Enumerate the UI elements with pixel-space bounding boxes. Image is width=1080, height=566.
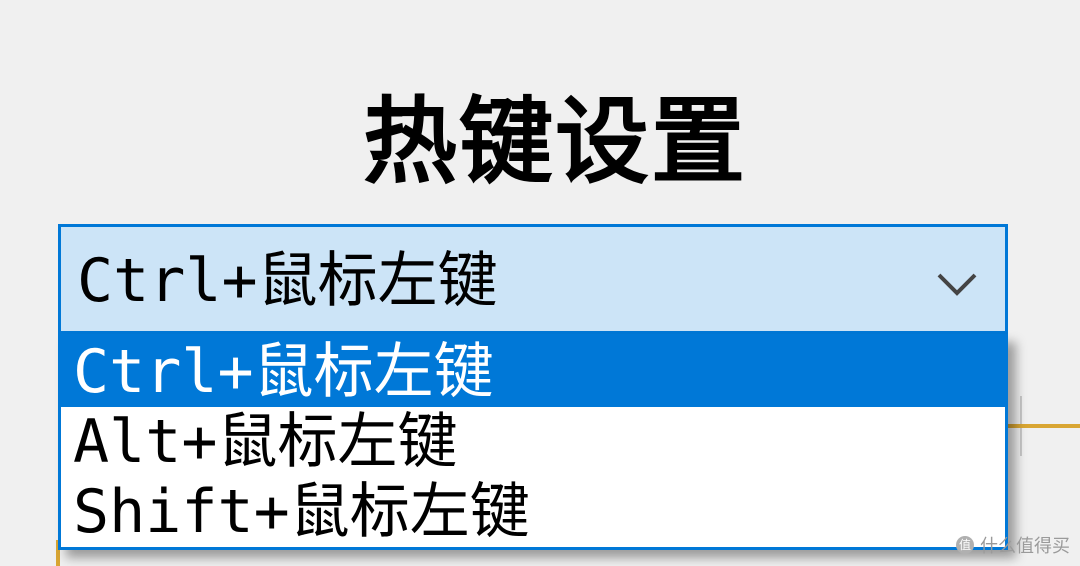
hotkey-select-value: Ctrl+鼠标左键 bbox=[77, 246, 498, 316]
hotkey-option-ctrl[interactable]: Ctrl+鼠标左键 bbox=[61, 337, 1005, 407]
watermark-logo-icon: 值 bbox=[956, 536, 974, 554]
hotkey-select[interactable]: Ctrl+鼠标左键 bbox=[58, 224, 1008, 334]
hotkey-option-shift[interactable]: Shift+鼠标左键 bbox=[61, 477, 1005, 547]
hotkey-option-alt[interactable]: Alt+鼠标左键 bbox=[61, 407, 1005, 477]
watermark-text: 什么值得买 bbox=[980, 536, 1070, 557]
chevron-down-icon[interactable] bbox=[933, 259, 981, 307]
watermark: 值 什么值得买 bbox=[956, 532, 1070, 558]
hotkey-options-list: Ctrl+鼠标左键 Alt+鼠标左键 Shift+鼠标左键 bbox=[58, 334, 1008, 550]
background-border-line bbox=[1008, 424, 1080, 428]
page-title: 热键设置 bbox=[362, 88, 747, 197]
